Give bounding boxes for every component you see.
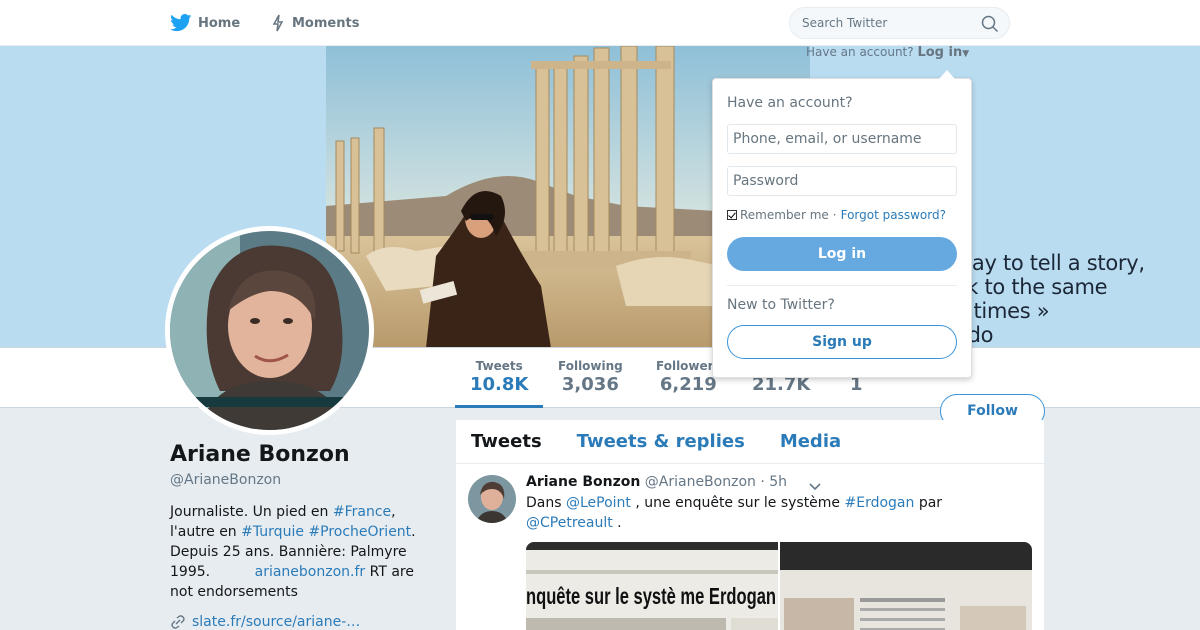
tweet-text: Dans @LePoint , une enquête sur le systè… xyxy=(526,493,1026,533)
tab-tweets-replies[interactable]: Tweets & replies xyxy=(577,431,745,452)
tweet-author-name[interactable]: Ariane Bonzon xyxy=(526,474,640,490)
remember-checkbox[interactable] xyxy=(727,210,737,220)
tweet-text-part: Dans xyxy=(526,495,566,511)
new-to-twitter-text: New to Twitter? xyxy=(727,297,835,313)
search-box xyxy=(789,7,1010,39)
profile-avatar[interactable] xyxy=(165,226,374,435)
stat-label: Tweets xyxy=(475,359,523,373)
tweet-text-part: . xyxy=(612,515,622,531)
top-nav-bar: Home Moments xyxy=(0,0,1200,46)
password-field[interactable] xyxy=(727,166,957,196)
remember-row: Remember me · Forgot password? xyxy=(727,208,946,222)
separator-dot: · xyxy=(832,208,837,222)
username-field[interactable] xyxy=(727,124,957,154)
search-icon[interactable] xyxy=(981,15,999,37)
signup-button[interactable]: Sign up xyxy=(727,325,957,359)
tweet-mention-cpetreault[interactable]: @CPetreault xyxy=(526,515,613,531)
nav-moments[interactable]: Moments xyxy=(270,0,359,46)
stat-label: Following xyxy=(558,359,623,373)
nav-home-label: Home xyxy=(198,15,241,31)
active-tab-underline xyxy=(455,405,543,408)
tweet-media-image-1[interactable]: nquête sur le systè me Erdogan xyxy=(526,542,778,630)
search-input[interactable] xyxy=(802,16,972,30)
tweet-author-handle[interactable]: @ArianeBonzon xyxy=(645,474,756,490)
tweet-mention-lepoint[interactable]: @LePoint xyxy=(566,495,631,511)
timeline-tabs: Tweets Tweets & replies Media xyxy=(456,420,1044,464)
profile-bio: Journaliste. Un pied en #France, l'autre… xyxy=(170,502,430,602)
tweet-header: Ariane Bonzon @ArianeBonzon · 5h xyxy=(526,474,787,490)
stat-value: 6,219 xyxy=(659,374,717,395)
stat-value: 10.8K xyxy=(470,374,529,395)
timeline: Tweets Tweets & replies Media Ariane Bon… xyxy=(456,420,1044,630)
bio-hashtag-france[interactable]: #France xyxy=(333,504,391,520)
have-account-prompt: Have an account? Log in▼ xyxy=(806,45,969,60)
login-dropdown: Have an account? Remember me · Forgot pa… xyxy=(712,70,972,378)
twitter-bird-icon xyxy=(170,14,192,32)
stat-following[interactable]: Following 3,036 xyxy=(558,359,623,395)
forgot-password-link[interactable]: Forgot password? xyxy=(841,208,946,222)
caret-down-icon[interactable]: ▼ xyxy=(962,49,969,59)
media-headline: nquête sur le systè me Erdogan xyxy=(526,583,776,609)
tab-media[interactable]: Media xyxy=(780,431,841,452)
tweet-text-part: par xyxy=(914,495,943,511)
tab-tweets[interactable]: Tweets xyxy=(471,431,542,452)
divider xyxy=(727,285,957,286)
dropdown-title: Have an account? xyxy=(727,95,853,111)
login-button[interactable]: Log in xyxy=(727,237,957,271)
bio-hashtag-turquie[interactable]: #Turquie xyxy=(241,524,304,540)
profile-url[interactable]: slate.fr/source/ariane-… xyxy=(170,614,360,630)
login-dropdown-toggle[interactable]: Log in xyxy=(917,45,962,60)
remember-label[interactable]: Remember me xyxy=(740,208,829,222)
bio-website-link[interactable]: arianebonzon.fr xyxy=(255,564,366,580)
stat-tweets[interactable]: Tweets 10.8K xyxy=(470,359,528,395)
bio-hashtag-procheorient[interactable]: #ProcheOrient xyxy=(308,524,411,540)
tweet-text-part: , une enquête sur le système xyxy=(630,495,845,511)
tweet-hashtag-erdogan[interactable]: #Erdogan xyxy=(845,495,915,511)
stat-followers[interactable]: Followers 6,219 xyxy=(656,359,721,395)
link-icon xyxy=(171,615,185,629)
tweet-media-image-2[interactable] xyxy=(780,542,1032,630)
profile-name: Ariane Bonzon xyxy=(170,442,350,467)
have-account-text: Have an account? xyxy=(806,45,914,59)
stat-value: 3,036 xyxy=(561,374,619,395)
stat-label: Followers xyxy=(656,359,721,373)
banner-quote-text: way to tell a story, ck to the same y ti… xyxy=(955,251,1145,347)
profile-url-text: slate.fr/source/ariane-… xyxy=(192,614,361,630)
nav-moments-label: Moments xyxy=(292,15,360,31)
bio-text: Journaliste. Un pied en xyxy=(170,504,333,520)
tweet-media[interactable]: nquête sur le systè me Erdogan xyxy=(526,542,1032,630)
nav-home[interactable]: Home xyxy=(170,0,240,46)
tweet-timestamp[interactable]: · 5h xyxy=(760,474,787,490)
tweet-avatar[interactable] xyxy=(468,475,516,523)
profile-handle: @ArianeBonzon xyxy=(170,472,282,488)
lightning-icon xyxy=(272,14,284,32)
